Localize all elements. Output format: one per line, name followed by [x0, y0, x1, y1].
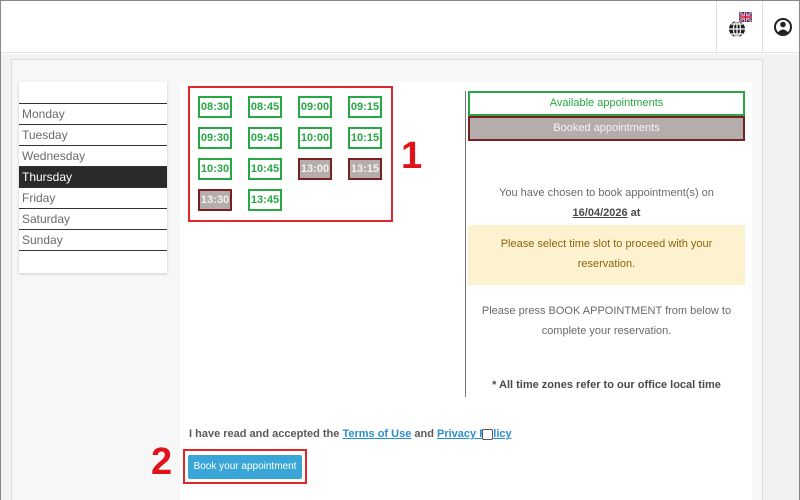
chosen-date-line: 16/04/2026 at: [468, 207, 745, 219]
day-item-saturday[interactable]: Saturday: [19, 208, 167, 229]
terms-prefix: I have read and accepted the: [189, 428, 343, 440]
time-slot[interactable]: 13:45: [248, 189, 282, 211]
privacy-policy-link[interactable]: Privacy Policy: [437, 428, 512, 440]
time-slot[interactable]: 10:45: [248, 158, 282, 180]
day-item-friday[interactable]: Friday: [19, 187, 167, 208]
language-button[interactable]: [723, 9, 757, 45]
time-slot[interactable]: 09:15: [348, 96, 382, 118]
chosen-date: 16/04/2026: [572, 207, 628, 219]
terms-and: and: [411, 428, 437, 440]
topbar-separator: [762, 1, 763, 53]
timezone-note: * All time zones refer to our office loc…: [492, 379, 721, 391]
time-slot[interactable]: 08:30: [198, 96, 232, 118]
info-divider: [465, 91, 466, 397]
day-item-monday[interactable]: Monday: [19, 103, 167, 124]
time-slot[interactable]: 10:00: [298, 127, 332, 149]
chosen-date-suffix: at: [627, 207, 641, 219]
time-slot[interactable]: 09:30: [198, 127, 232, 149]
account-button[interactable]: [768, 11, 798, 43]
topbar-separator: [716, 1, 717, 53]
time-slot[interactable]: 10:15: [348, 127, 382, 149]
day-item-sunday[interactable]: Sunday: [19, 229, 167, 250]
day-item-thursday[interactable]: Thursday: [19, 166, 167, 187]
day-list-divider: [19, 250, 167, 251]
time-slot[interactable]: 09:00: [298, 96, 332, 118]
terms-of-use-link[interactable]: Terms of Use: [342, 428, 411, 440]
select-slot-notice: Please select time slot to proceed with …: [468, 225, 745, 285]
time-slot[interactable]: 09:45: [248, 127, 282, 149]
legend-available: Available appointments: [468, 91, 745, 116]
press-instructions: Please press BOOK APPOINTMENT from below…: [481, 305, 732, 337]
chosen-text: You have chosen to book appointment(s) o…: [499, 187, 714, 199]
day-list: Monday Tuesday Wednesday Thursday Friday…: [19, 82, 167, 273]
callout-number-1: 1: [401, 135, 423, 177]
book-appointment-button[interactable]: Book your appointment: [188, 455, 302, 479]
terms-statement: I have read and accepted the Terms of Us…: [189, 428, 512, 440]
terms-checkbox[interactable]: [482, 429, 493, 440]
top-bar: [1, 1, 799, 53]
time-slot-booked: 13:30: [198, 189, 232, 211]
day-item-tuesday[interactable]: Tuesday: [19, 124, 167, 145]
legend-booked: Booked appointments: [468, 116, 745, 141]
user-icon: [774, 18, 792, 36]
time-slot[interactable]: 10:30: [198, 158, 232, 180]
day-item-wednesday[interactable]: Wednesday: [19, 145, 167, 166]
time-slot[interactable]: 08:45: [248, 96, 282, 118]
globe-icon: [729, 11, 753, 38]
time-slot-booked: 13:00: [298, 158, 332, 180]
callout-number-2: 2: [151, 441, 173, 483]
time-slot-booked: 13:15: [348, 158, 382, 180]
